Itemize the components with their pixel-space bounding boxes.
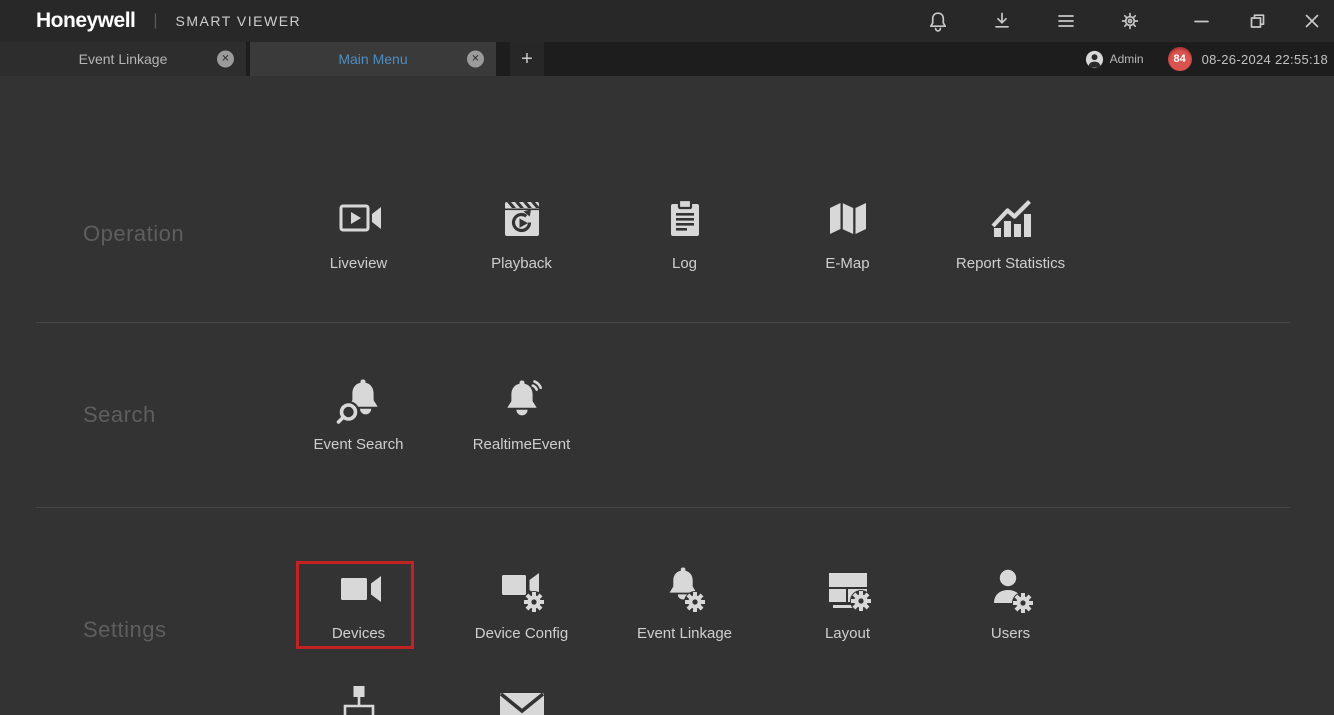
notification-bell-icon[interactable] [926,9,950,33]
restore-icon[interactable] [1245,9,1269,33]
section-label-search: Search [83,402,156,427]
section-search: Search Event Search RealtimeEvent [36,323,1290,508]
hamburger-menu-icon[interactable] [1054,9,1078,33]
user-avatar-icon[interactable] [1084,49,1105,70]
users-icon [993,569,1034,613]
main-menu: Operation Liveview Playback Log E-Map Re… [0,76,1334,715]
tab-bar: Event Linkage Main Menu + Admin 84 08-26… [0,42,1334,76]
liveview-icon [339,204,381,231]
alert-count-badge[interactable]: 84 [1167,47,1192,71]
menu-item-log[interactable]: Log [603,195,766,273]
section-settings: Settings Devices Device Config Event Lin… [36,508,1290,715]
menu-item-device-config[interactable]: Device Config [440,565,603,643]
layout-icon [828,573,872,612]
user-name: Admin [1109,52,1144,66]
menu-item-device-tree[interactable] [277,685,440,715]
menu-item-devices[interactable]: Devices [277,561,440,649]
search-items: Event Search RealtimeEvent [277,376,1092,454]
device-config-icon [501,573,545,613]
tab-close-icon[interactable] [467,50,484,68]
window-controls [1190,9,1334,33]
titlebar-actions [926,9,1334,33]
menu-item-event-linkage[interactable]: Event Linkage [603,565,766,643]
event-linkage-icon [669,567,706,613]
section-label-operation: Operation [83,220,185,246]
session-info: Admin 84 08-26-2024 22:55:18 [1084,42,1334,76]
report-statistics-icon [990,199,1031,237]
emap-icon [829,202,866,234]
section-operation: Operation Liveview Playback Log E-Map Re… [36,76,1290,323]
operation-items: Liveview Playback Log E-Map Report Stati… [277,195,1092,273]
settings-items: Devices Device Config Event Linkage Layo… [277,561,1092,715]
log-icon [670,198,699,236]
realtime-event-icon [506,380,542,416]
download-icon[interactable] [990,9,1014,33]
menu-item-users[interactable]: Users [929,565,1092,643]
devices-icon [340,576,381,602]
brand-separator: | [153,12,158,29]
device-tree-icon [343,686,374,715]
datetime-display: 08-26-2024 22:55:18 [1201,51,1328,67]
honeywell-logo: Honeywell [36,9,136,32]
settings-gear-icon[interactable] [1118,9,1142,33]
menu-item-email[interactable] [440,685,603,715]
minimize-icon[interactable] [1190,9,1214,33]
window-titlebar: Honeywell | SMART VIEWER [0,0,1334,42]
tab-label: Main Menu [338,51,408,67]
menu-item-layout[interactable]: Layout [766,565,929,643]
tab-event-linkage[interactable]: Event Linkage [0,42,246,76]
tab-close-icon[interactable] [217,50,234,68]
menu-item-emap[interactable]: E-Map [766,195,929,273]
section-label-settings: Settings [83,617,167,642]
tab-label: Event Linkage [78,51,168,67]
menu-item-report-statistics[interactable]: Report Statistics [929,195,1092,273]
event-search-icon [336,379,378,424]
playback-icon [504,201,540,236]
menu-item-realtime-event[interactable]: RealtimeEvent [440,376,603,454]
add-tab-button[interactable]: + [510,42,544,76]
menu-item-playback[interactable]: Playback [440,195,603,273]
menu-item-event-search[interactable]: Event Search [277,376,440,454]
close-icon[interactable] [1300,9,1324,33]
menu-item-liveview[interactable]: Liveview [277,195,440,273]
app-title: SMART VIEWER [175,13,302,29]
tab-main-menu[interactable]: Main Menu [250,42,496,76]
email-icon [499,692,544,715]
